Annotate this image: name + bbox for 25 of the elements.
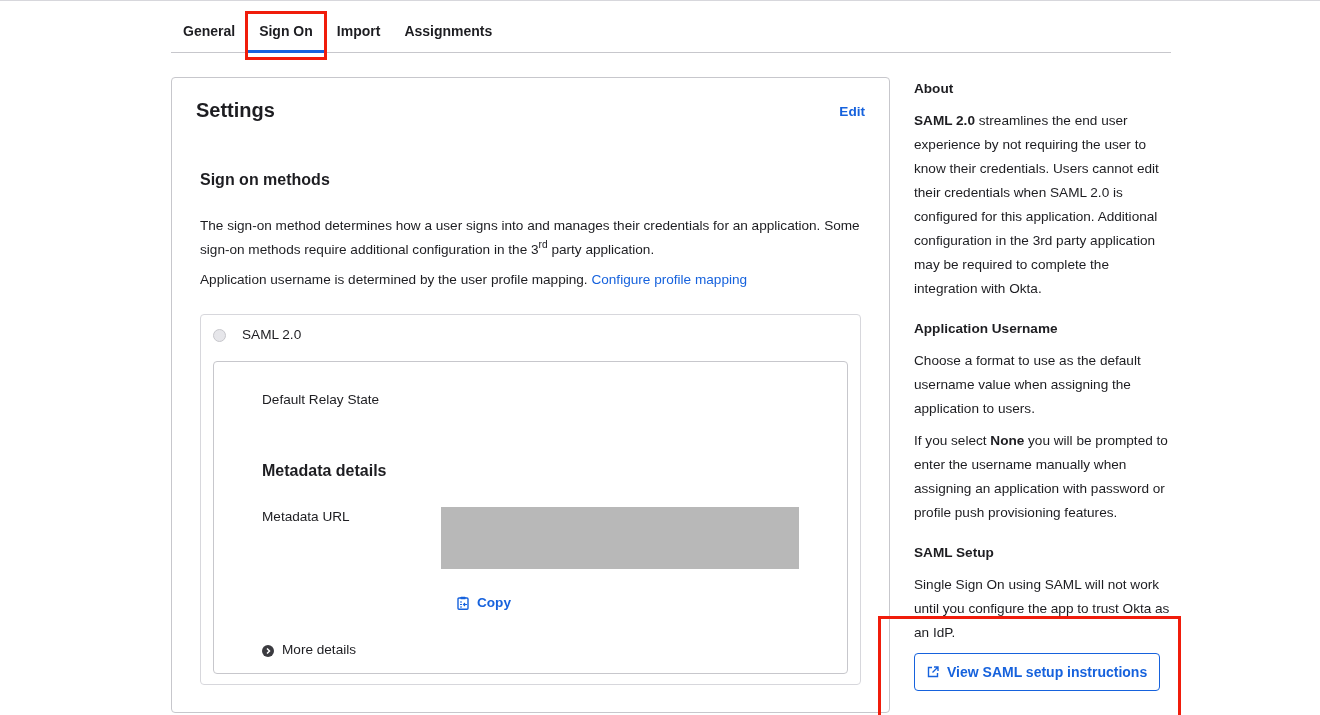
chevron-right-icon <box>262 644 274 657</box>
sidebar-text: If you select None you will be prompted to enter the username manually when assigning an application with password or profile push provisioning features. <box>914 432 1169 522</box>
edit-link[interactable]: Edit <box>839 102 865 123</box>
username-note: Application username is determined by the user profile mapping. Configure profile mapping <box>200 270 749 289</box>
tab[interactable]: General <box>171 1 248 53</box>
sidebar-text: SAML 2.0 streamlines the end user experience by not requiring the user to know their credentials. Users cannot edit their credentials when SAML 2.0 is configured for this application. Additional configuration in the 3rd party application may be required to complete the integration with Okta. <box>914 112 1160 298</box>
sidebar-heading: Application Username <box>914 320 1059 338</box>
tab[interactable]: Sign On <box>247 1 325 53</box>
sidebar-text: Single Sign On using SAML will not work until you configure the app to trust Okta as an IdP. <box>914 576 1170 642</box>
sidebar-heading: SAML Setup <box>914 544 995 562</box>
tab[interactable]: Assignments <box>392 1 505 53</box>
setup-instructions-button[interactable]: View SAML setup instructions <box>914 653 1161 691</box>
clipboard-icon <box>457 595 469 610</box>
external-link-icon <box>927 666 939 678</box>
tab[interactable]: Import <box>324 1 393 53</box>
method-label: SAML 2.0 <box>242 325 302 344</box>
field-label: Default Relay State <box>262 391 381 410</box>
subsection-title: Metadata details <box>262 460 388 481</box>
description-text: The sign-on method determines how a user signs into and manages their credentials for an application. Some sign-on methods require additional configuration in the 3$^{rd}$ party application. <box>200 216 861 259</box>
field-label: Metadata URL <box>262 507 351 526</box>
card-title: Settings <box>196 98 275 123</box>
sidebar-text: Choose a format to use as the default username value when assigning the application to users. <box>914 352 1142 418</box>
configure-profile-link[interactable]: Configure profile mapping <box>591 271 748 287</box>
section-title: Sign on methods <box>200 170 331 190</box>
sidebar-heading: About <box>914 80 955 98</box>
